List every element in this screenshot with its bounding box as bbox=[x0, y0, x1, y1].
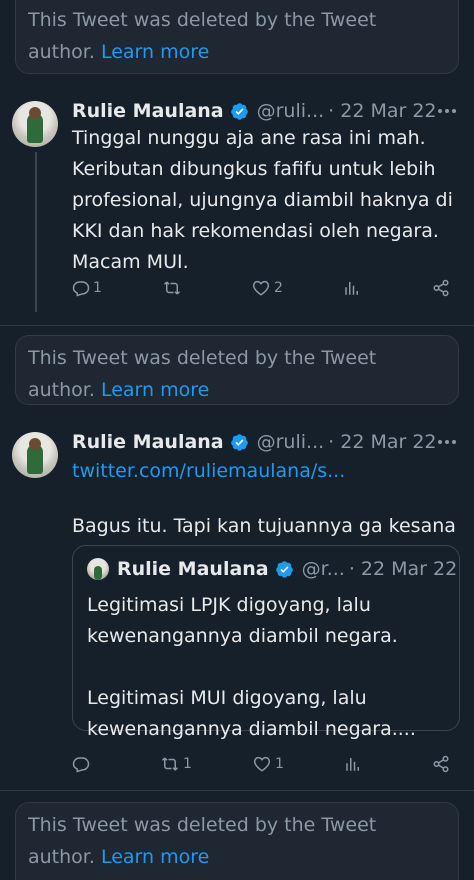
retweet-button[interactable] bbox=[162, 279, 190, 297]
divider bbox=[0, 325, 474, 326]
avatar[interactable] bbox=[12, 101, 58, 147]
quoted-text-paragraph: Legitimasi MUI digoyang, lalu kewenangan… bbox=[87, 687, 416, 740]
author-handle[interactable]: @ruli... bbox=[257, 100, 325, 122]
reply-count: 1 bbox=[93, 280, 102, 296]
deleted-tweet-notice: This Tweet was deleted by the Tweet auth… bbox=[15, 335, 459, 405]
tweet-text: Bagus itu. Tapi kan tujuannya ga kesana bbox=[72, 515, 456, 537]
reply-icon bbox=[72, 757, 90, 773]
tweet[interactable]: Rulie Maulana @ruli... · 22 Mar 22 twitt… bbox=[0, 429, 474, 779]
quoted-author-name: Rulie Maulana bbox=[117, 558, 269, 580]
views-icon bbox=[346, 758, 359, 771]
quoted-author-handle: @r... bbox=[301, 558, 345, 580]
views-button[interactable] bbox=[344, 755, 372, 773]
tweet-date[interactable]: · 22 Mar 22 bbox=[328, 100, 436, 122]
retweet-icon bbox=[164, 281, 181, 295]
thread-line bbox=[35, 152, 37, 312]
avatar[interactable] bbox=[12, 432, 58, 478]
views-icon bbox=[345, 282, 359, 295]
retweet-icon bbox=[162, 757, 179, 771]
author-name[interactable]: Rulie Maulana bbox=[72, 100, 224, 122]
more-icon[interactable] bbox=[434, 429, 460, 455]
reply-icon bbox=[72, 281, 90, 297]
like-icon bbox=[252, 280, 270, 296]
retweet-button[interactable]: 1 bbox=[160, 755, 192, 773]
like-button[interactable]: 1 bbox=[252, 755, 284, 773]
share-button[interactable] bbox=[432, 279, 460, 297]
like-count: 2 bbox=[273, 280, 283, 296]
share-button[interactable] bbox=[432, 755, 460, 773]
share-icon bbox=[433, 279, 449, 297]
tweet-link[interactable]: twitter.com/ruliemaulana/s... bbox=[72, 456, 462, 487]
reply-button[interactable]: 1 bbox=[72, 279, 102, 297]
verified-icon bbox=[230, 102, 248, 120]
views-button[interactable] bbox=[343, 279, 371, 297]
author-handle[interactable]: @ruli... bbox=[257, 431, 325, 453]
more-icon[interactable] bbox=[434, 98, 460, 124]
learn-more-link[interactable]: Learn more bbox=[101, 41, 209, 63]
quoted-avatar bbox=[87, 558, 109, 580]
divider bbox=[0, 790, 474, 791]
like-icon bbox=[253, 756, 271, 772]
quoted-tweet-date: · 22 Mar 22 bbox=[348, 558, 458, 580]
deleted-tweet-notice: This Tweet was deleted by the Tweet auth… bbox=[15, 0, 459, 74]
tweet-text: Tinggal nunggu aja ane rasa ini mah. Ker… bbox=[72, 127, 453, 273]
author-name[interactable]: Rulie Maulana bbox=[72, 431, 224, 453]
tweet-date[interactable]: · 22 Mar 22 bbox=[328, 431, 436, 453]
quoted-tweet[interactable]: Rulie Maulana @r... · 22 Mar 22 Legitima… bbox=[72, 545, 460, 740]
deleted-tweet-notice: This Tweet was deleted by the Tweet auth… bbox=[15, 802, 459, 880]
tweet[interactable]: Rulie Maulana @ruli... · 22 Mar 22 Tingg… bbox=[0, 98, 474, 312]
like-button[interactable]: 2 bbox=[251, 279, 283, 297]
like-count: 1 bbox=[274, 756, 284, 772]
quoted-text-paragraph: Legitimasi LPJK digoyang, lalu kewenanga… bbox=[87, 594, 398, 647]
retweet-count: 1 bbox=[183, 756, 192, 772]
verified-icon bbox=[230, 433, 248, 451]
reply-button[interactable] bbox=[72, 755, 100, 773]
learn-more-link[interactable]: Learn more bbox=[101, 379, 209, 401]
learn-more-link[interactable]: Learn more bbox=[101, 846, 209, 868]
tweet-actions: 1 2 bbox=[72, 275, 460, 301]
verified-icon bbox=[275, 560, 293, 578]
share-icon bbox=[433, 755, 449, 773]
tweet-actions: 1 1 bbox=[72, 751, 460, 777]
